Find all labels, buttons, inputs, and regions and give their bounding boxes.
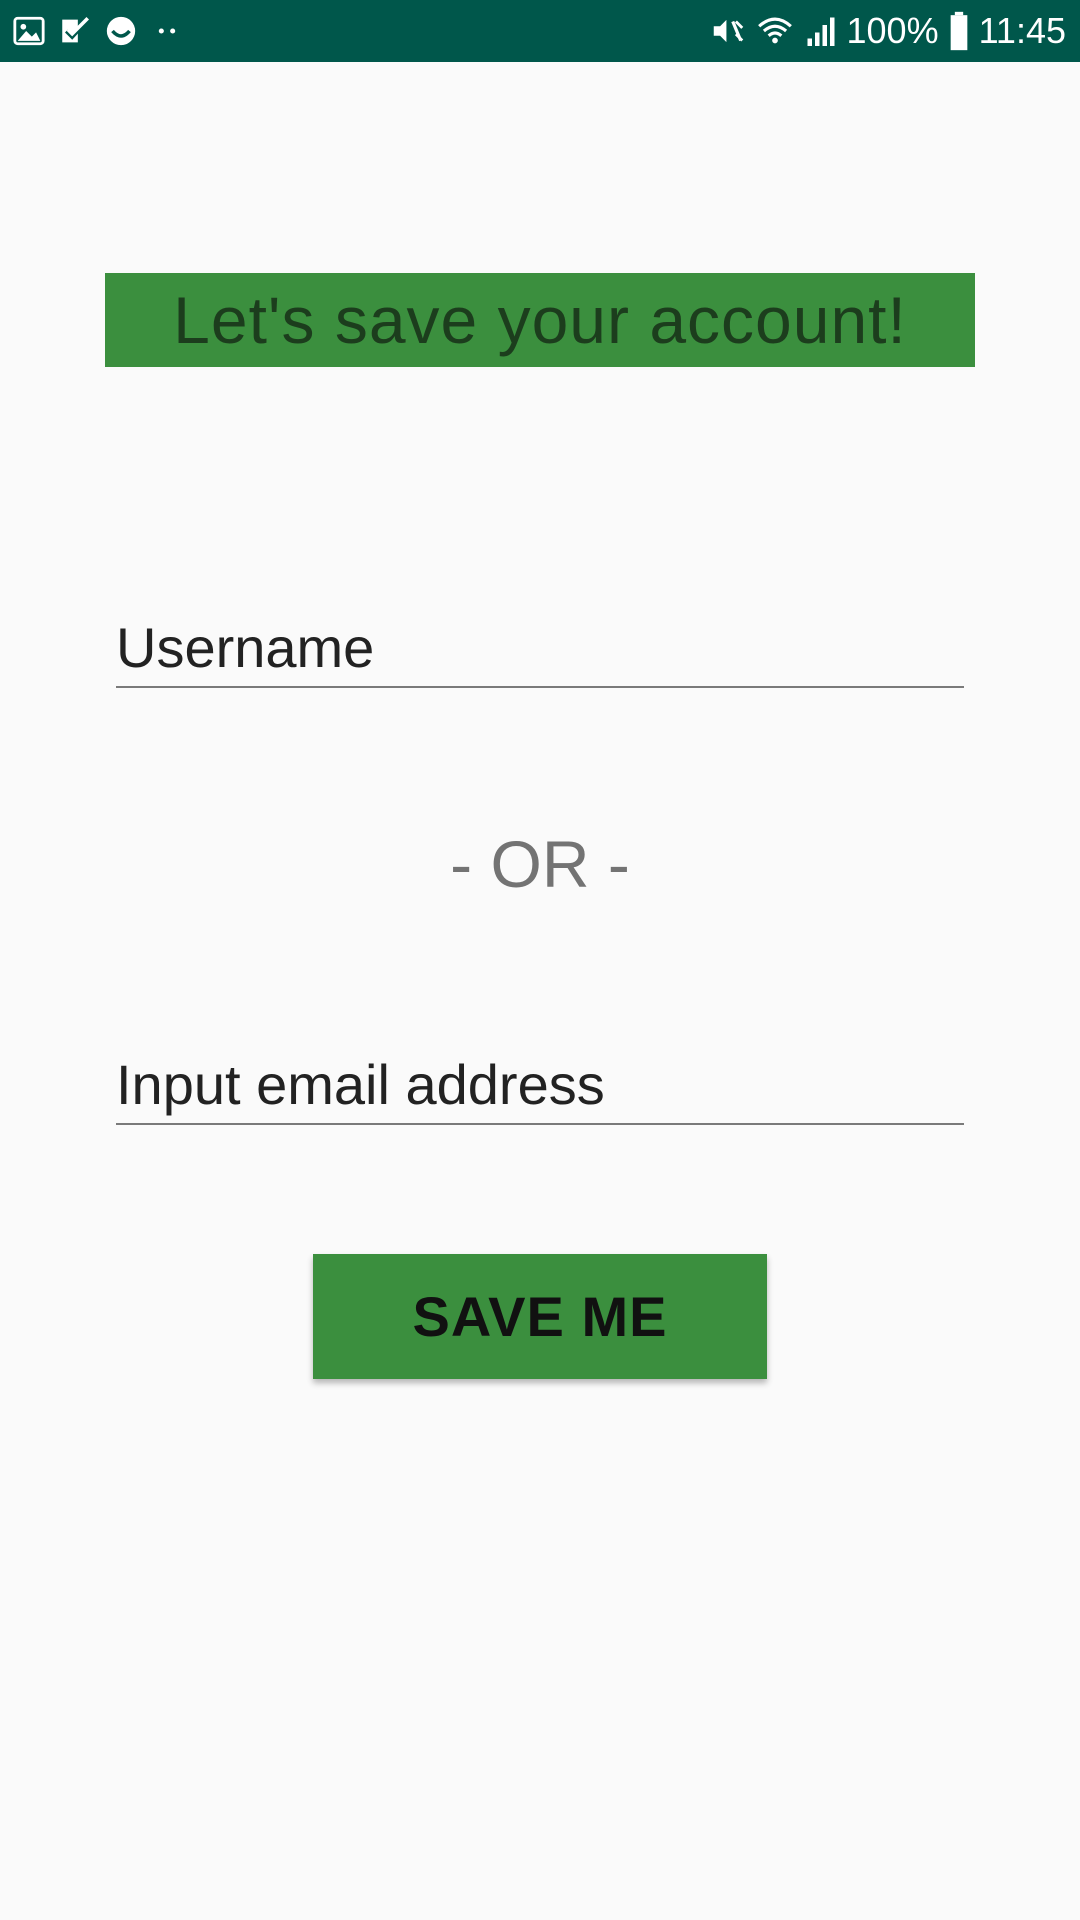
or-divider: - OR - (450, 827, 630, 901)
email-input[interactable] (116, 1045, 964, 1123)
mute-vibrate-icon (713, 19, 743, 43)
clock: 11:45 (978, 10, 1066, 51)
more-dots-icon (158, 28, 176, 34)
signal-icon (807, 17, 834, 46)
status-bar: 100% 11:45 (0, 0, 1080, 62)
battery-icon (950, 11, 967, 51)
title-banner: Let's save your account! (105, 273, 975, 367)
smiley-icon (106, 16, 136, 46)
battery-percent: 100% (846, 10, 939, 51)
page-title: Let's save your account! (173, 283, 907, 357)
system-icons: 100% 11:45 (709, 0, 1066, 62)
task-check-icon (62, 16, 90, 43)
wifi-icon (757, 17, 792, 44)
gallery-icon (13, 16, 45, 46)
username-input[interactable] (116, 608, 964, 686)
username-field[interactable] (116, 608, 964, 688)
save-button-label: SAVE ME (412, 1285, 668, 1348)
email-field[interactable] (116, 1045, 964, 1125)
notification-icons (12, 0, 184, 62)
save-me-button[interactable]: SAVE ME (313, 1254, 767, 1379)
